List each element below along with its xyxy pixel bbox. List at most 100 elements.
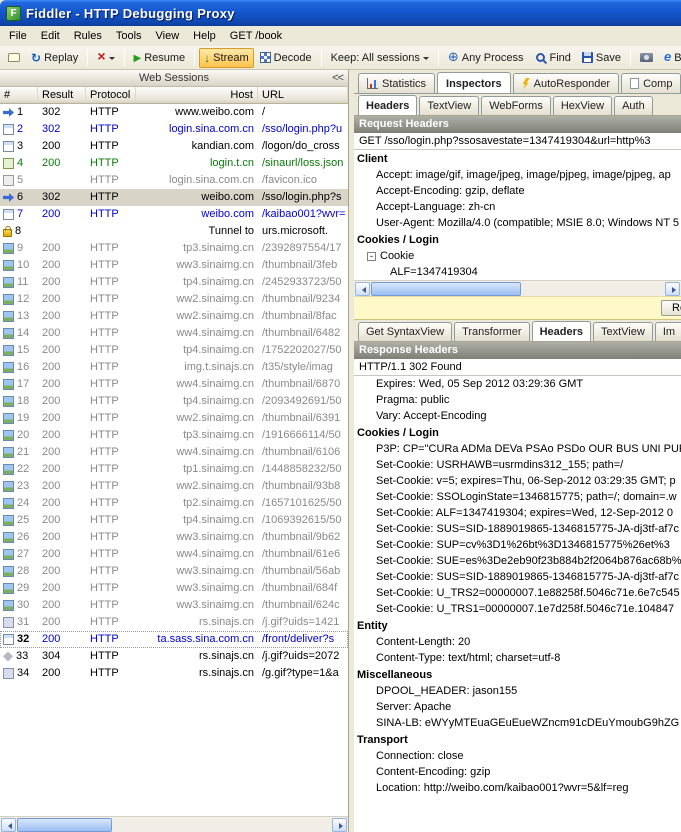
session-row[interactable]: 22200HTTPtp1.sinaimg.cn/1448858232/50 bbox=[0, 461, 348, 478]
session-row[interactable]: 24200HTTPtp2.sinaimg.cn/1657101625/50 bbox=[0, 495, 348, 512]
session-row[interactable]: 2302HTTPlogin.sina.com.cn/sso/login.php?… bbox=[0, 121, 348, 138]
session-host: tp1.sinaimg.cn bbox=[136, 461, 258, 478]
session-row[interactable]: 20200HTTPtp3.sinaimg.cn/1916666114/50 bbox=[0, 427, 348, 444]
scroll-right-button[interactable] bbox=[665, 282, 680, 296]
session-row[interactable]: 3200HTTPkandian.com/logon/do_cross bbox=[0, 138, 348, 155]
scroll-left-button[interactable] bbox=[355, 282, 370, 296]
image-icon bbox=[3, 566, 14, 577]
collapse-panel-button[interactable]: << bbox=[332, 72, 343, 84]
image-icon bbox=[3, 430, 14, 441]
session-row[interactable]: 7200HTTPweibo.com/kaibao001?wvr= bbox=[0, 206, 348, 223]
session-row[interactable]: 4200HTTPlogin.t.cn/sinaurl/loss.json bbox=[0, 155, 348, 172]
session-number: 12 bbox=[17, 291, 29, 308]
session-row[interactable]: 26200HTTPww3.sinaimg.cn/thumbnail/9b62 bbox=[0, 529, 348, 546]
header-line: Accept-Language: zh-cn bbox=[354, 199, 681, 215]
session-row[interactable]: 17200HTTPww4.sinaimg.cn/thumbnail/6870 bbox=[0, 376, 348, 393]
response-tab-label: Transformer bbox=[462, 326, 522, 338]
column-header-result[interactable]: Result bbox=[38, 87, 86, 103]
request-tab-headers[interactable]: Headers bbox=[358, 95, 417, 116]
session-row[interactable]: 6302HTTPweibo.com/sso/login.php?s bbox=[0, 189, 348, 206]
request-tab-hexview[interactable]: HexView bbox=[553, 96, 612, 115]
menu-item-get-book[interactable]: GET /book bbox=[223, 27, 289, 45]
session-row[interactable]: 25200HTTPtp4.sinaimg.cn/1069392615/50 bbox=[0, 512, 348, 529]
menu-item-tools[interactable]: Tools bbox=[109, 27, 149, 45]
session-number-cell: 27 bbox=[0, 546, 38, 563]
encoding-notice-bar[interactable]: Re bbox=[354, 296, 681, 320]
column-header-number[interactable]: # bbox=[0, 87, 38, 103]
save-button[interactable]: Save bbox=[577, 49, 626, 67]
session-row[interactable]: 28200HTTPww3.sinaimg.cn/thumbnail/56ab bbox=[0, 563, 348, 580]
menu-item-file[interactable]: File bbox=[2, 27, 34, 45]
session-host: tp3.sinaimg.cn bbox=[136, 427, 258, 444]
tab-inspectors[interactable]: Inspectors bbox=[437, 72, 511, 94]
session-row[interactable]: 31200HTTPrs.sinajs.cn/j.gif?uids=1421 bbox=[0, 614, 348, 631]
keep-sessions-dropdown[interactable]: Keep: All sessions bbox=[326, 49, 434, 67]
scroll-thumb[interactable] bbox=[17, 818, 112, 832]
session-row[interactable]: 30200HTTPww3.sinaimg.cn/thumbnail/624c bbox=[0, 597, 348, 614]
session-row[interactable]: 1302HTTPwww.weibo.com/ bbox=[0, 104, 348, 121]
session-row[interactable]: 18200HTTPtp4.sinaimg.cn/2093492691/50 bbox=[0, 393, 348, 410]
stream-button[interactable]: Stream bbox=[199, 48, 253, 68]
request-tab-webforms[interactable]: WebForms bbox=[481, 96, 551, 115]
session-row[interactable]: 16200HTTPimg.t.sinajs.cn/t35/style/imag bbox=[0, 359, 348, 376]
session-row[interactable]: 5HTTPlogin.sina.com.cn/favicon.ico bbox=[0, 172, 348, 189]
response-tab-get-syntaxview[interactable]: Get SyntaxView bbox=[358, 322, 452, 341]
menu-item-view[interactable]: View bbox=[149, 27, 187, 45]
resume-button[interactable]: Resume bbox=[129, 49, 191, 67]
header-line: Set-Cookie: SSOLoginState=1346815775; pa… bbox=[354, 489, 681, 505]
menu-item-rules[interactable]: Rules bbox=[67, 27, 109, 45]
request-tab-textview[interactable]: TextView bbox=[419, 96, 479, 115]
session-row[interactable]: 33304HTTPrs.sinajs.cn/j.gif?uids=2072 bbox=[0, 648, 348, 665]
request-tab-auth[interactable]: Auth bbox=[614, 96, 653, 115]
notice-button[interactable]: Re bbox=[661, 300, 681, 316]
session-protocol: HTTP bbox=[86, 597, 136, 614]
column-header-protocol[interactable]: Protocol bbox=[86, 87, 136, 103]
column-header-host[interactable]: Host bbox=[136, 87, 258, 103]
session-result: 200 bbox=[38, 461, 86, 478]
response-tab-headers[interactable]: Headers bbox=[532, 321, 591, 342]
tab-comp[interactable]: Comp bbox=[621, 73, 681, 93]
remove-sessions-button[interactable] bbox=[92, 48, 119, 67]
session-protocol: HTTP bbox=[86, 614, 136, 631]
session-url: /1448858232/50 bbox=[258, 461, 348, 478]
replay-button[interactable]: Replay bbox=[26, 48, 83, 68]
session-row[interactable]: 9200HTTPtp3.sinaimg.cn/2392897554/17 bbox=[0, 240, 348, 257]
session-number-cell: 28 bbox=[0, 563, 38, 580]
image-icon bbox=[3, 345, 14, 356]
session-row[interactable]: 21200HTTPww4.sinaimg.cn/thumbnail/6106 bbox=[0, 444, 348, 461]
response-tab-textview[interactable]: TextView bbox=[593, 322, 653, 341]
session-row[interactable]: 23200HTTPww2.sinaimg.cn/thumbnail/93b8 bbox=[0, 478, 348, 495]
menu-item-edit[interactable]: Edit bbox=[34, 27, 67, 45]
comment-button[interactable] bbox=[3, 50, 25, 65]
response-tab-transformer[interactable]: Transformer bbox=[454, 322, 530, 341]
scroll-left-button[interactable] bbox=[1, 818, 16, 832]
session-row[interactable]: 32200HTTPta.sass.sina.com.cn/front/deliv… bbox=[0, 631, 348, 648]
session-row[interactable]: 8Tunnel tours.microsoft. bbox=[0, 223, 348, 240]
collapse-icon[interactable] bbox=[367, 252, 376, 261]
response-tab-im[interactable]: Im bbox=[655, 322, 681, 341]
session-row[interactable]: 27200HTTPww4.sinaimg.cn/thumbnail/61e6 bbox=[0, 546, 348, 563]
tab-autoresponder[interactable]: AutoResponder bbox=[513, 73, 619, 93]
session-row[interactable]: 29200HTTPww3.sinaimg.cn/thumbnail/684f bbox=[0, 580, 348, 597]
screenshot-button[interactable] bbox=[635, 50, 658, 65]
scroll-thumb[interactable] bbox=[371, 282, 521, 296]
menu-item-help[interactable]: Help bbox=[186, 27, 223, 45]
session-row[interactable]: 12200HTTPww2.sinaimg.cn/thumbnail/9234 bbox=[0, 291, 348, 308]
session-row[interactable]: 19200HTTPww2.sinaimg.cn/thumbnail/6391 bbox=[0, 410, 348, 427]
browse-button[interactable]: Br bbox=[659, 48, 681, 67]
header-line: Accept-Encoding: gzip, deflate bbox=[354, 183, 681, 199]
session-row[interactable]: 11200HTTPtp4.sinaimg.cn/2452933723/50 bbox=[0, 274, 348, 291]
tab-statistics[interactable]: Statistics bbox=[358, 73, 435, 93]
session-row[interactable]: 15200HTTPtp4.sinaimg.cn/1752202027/50 bbox=[0, 342, 348, 359]
session-row[interactable]: 14200HTTPww4.sinaimg.cn/thumbnail/6482 bbox=[0, 325, 348, 342]
any-process-button[interactable]: Any Process bbox=[443, 48, 529, 67]
session-row[interactable]: 10200HTTPww3.sinaimg.cn/thumbnail/3feb bbox=[0, 257, 348, 274]
column-header-url[interactable]: URL bbox=[258, 87, 348, 103]
session-protocol: HTTP bbox=[86, 393, 136, 410]
scroll-right-button[interactable] bbox=[332, 818, 347, 832]
resume-icon bbox=[134, 52, 142, 64]
session-row[interactable]: 13200HTTPww2.sinaimg.cn/thumbnail/8fac bbox=[0, 308, 348, 325]
decode-button[interactable]: Decode bbox=[255, 49, 317, 67]
find-button[interactable]: Find bbox=[530, 49, 576, 67]
session-row[interactable]: 34200HTTPrs.sinajs.cn/g.gif?type=1&a bbox=[0, 665, 348, 682]
